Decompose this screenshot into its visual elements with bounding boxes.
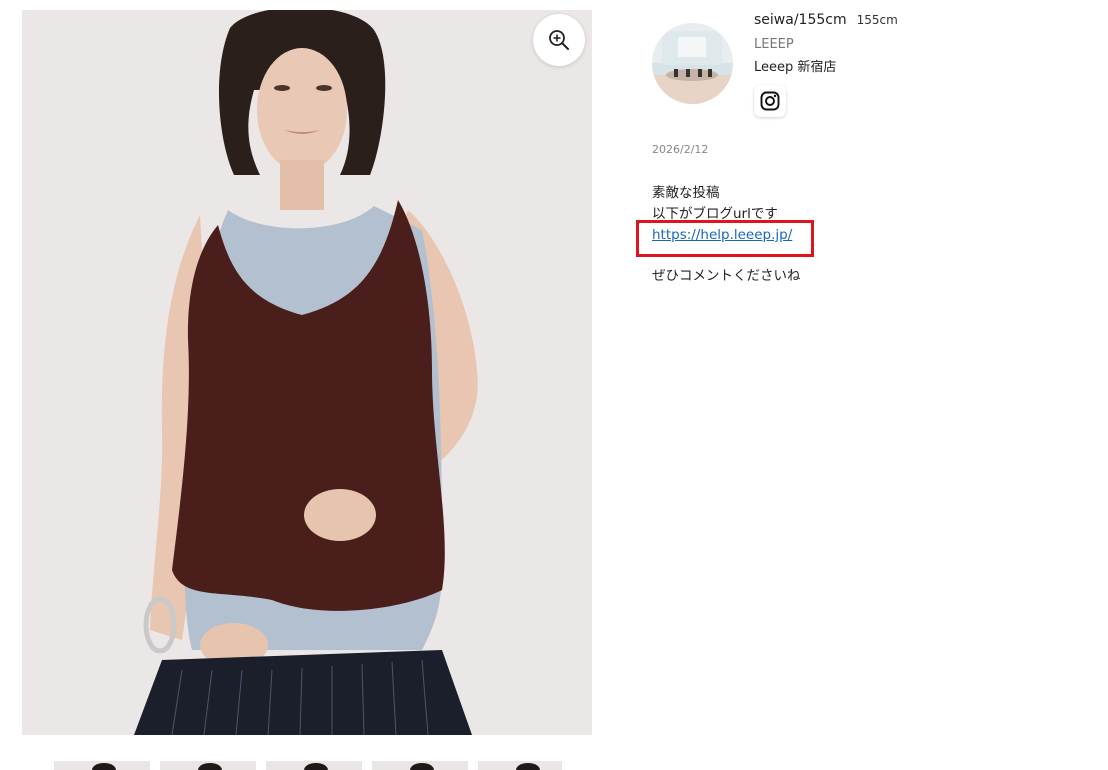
blog-link[interactable]: https://help.leeep.jp/ (652, 227, 792, 243)
post-text-line: ぜひコメントくださいね (652, 268, 801, 284)
thumbnail-item[interactable] (160, 761, 256, 770)
instagram-button[interactable] (754, 85, 786, 117)
instagram-icon (760, 91, 780, 111)
post-paragraph-gap (652, 246, 801, 266)
thumbnail-item[interactable] (266, 761, 362, 770)
thumbnail-item[interactable] (372, 761, 468, 770)
staff-name-row: seiwa/155cm 155cm (754, 12, 898, 28)
thumbnail-item[interactable] (478, 761, 562, 770)
thumbnail-item[interactable] (54, 761, 150, 770)
zoom-button[interactable] (533, 14, 585, 66)
shop-name: Leeep 新宿店 (754, 60, 837, 75)
post-link-line: https://help.leeep.jp/ (652, 225, 801, 246)
staff-height: 155cm (856, 13, 898, 27)
thumbnail-image (410, 763, 434, 770)
zoom-in-icon (549, 30, 569, 50)
page: seiwa/155cm 155cm LEEEP Leeep 新宿店 2026/2… (0, 0, 1108, 770)
post-body: 素敵な投稿 以下がブログurlです https://help.leeep.jp/… (652, 183, 801, 287)
thumbnail-image (198, 763, 222, 770)
model-illustration (22, 10, 592, 735)
thumbnail-image (516, 763, 540, 770)
thumbnail-image (304, 763, 328, 770)
post-text-line: 以下がブログurlです (652, 206, 778, 222)
thumbnail-image (92, 763, 116, 770)
post-date: 2026/2/12 (652, 143, 709, 156)
thumbnail-strip (54, 761, 562, 770)
main-product-photo[interactable] (22, 10, 592, 735)
brand-name: LEEEP (754, 37, 794, 52)
staff-name[interactable]: seiwa/155cm (754, 12, 847, 28)
post-text-line: 素敵な投稿 (652, 185, 720, 201)
avatar-image (652, 23, 733, 104)
staff-avatar[interactable] (652, 23, 733, 104)
